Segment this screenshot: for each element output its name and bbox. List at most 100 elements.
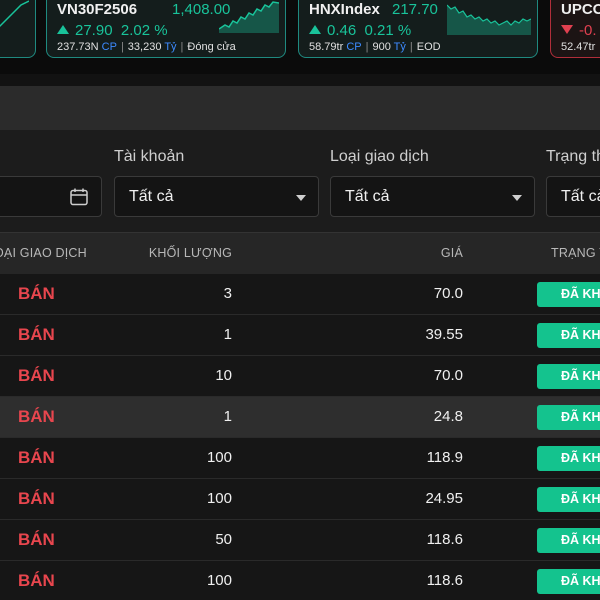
- ticker-value: 900: [372, 41, 391, 53]
- column-header-quantity[interactable]: KHỐI LƯỢNG: [149, 246, 232, 260]
- price-cell: 70.0: [433, 367, 463, 384]
- status-filter-label: Trạng th: [546, 148, 600, 165]
- side-cell: BÁN: [18, 571, 55, 590]
- ticker-card-upcom[interactable]: UPCO -0. 52.47tr: [550, 0, 600, 58]
- order-table-body: BÁN 3 70.0 ĐÃ KHO BÁN 1 39.55 ĐÃ KHO BÁN…: [0, 274, 600, 600]
- triangle-down-icon: [561, 25, 573, 34]
- account-select-value: Tất cả: [129, 188, 174, 205]
- panel-header-bar: [0, 86, 600, 130]
- status-badge: ĐÃ KHO: [537, 569, 600, 594]
- volume-unit: CP: [346, 41, 362, 53]
- side-cell: BÁN: [18, 448, 55, 467]
- price-cell: 24.95: [425, 490, 463, 507]
- triangle-up-icon: [309, 25, 321, 34]
- side-cell: BÁN: [18, 366, 55, 385]
- triangle-up-icon: [57, 25, 69, 34]
- table-header: OẠI GIAO DỊCH KHỐI LƯỢNG GIÁ TRẠNG T: [0, 232, 600, 274]
- status-badge: ĐÃ KHO: [537, 364, 600, 389]
- status-badge: ĐÃ KHO: [537, 487, 600, 512]
- date-range-field[interactable]: [0, 176, 102, 217]
- price-cell: 118.9: [426, 449, 463, 466]
- market-ticker-strip: VN30F2506 1,408.00 27.90 2.02 % 237.73N …: [0, 0, 600, 74]
- ticker-change: 0.46 0.21 %: [309, 22, 411, 39]
- account-select[interactable]: Tất cả: [114, 176, 319, 217]
- table-row[interactable]: BÁN 100 24.95 ĐÃ KHO: [0, 479, 600, 520]
- ticker-change-value: 0.46: [327, 22, 357, 39]
- price-cell: 70.0: [433, 285, 463, 302]
- calendar-icon[interactable]: [69, 187, 89, 207]
- ticker-name: HNXIndex: [309, 1, 380, 18]
- sparkline-chart: [0, 0, 29, 28]
- quantity-cell: 1: [223, 326, 232, 343]
- table-row[interactable]: BÁN 3 70.0 ĐÃ KHO: [0, 274, 600, 315]
- table-row[interactable]: BÁN 1 24.8 ĐÃ KHO: [0, 397, 600, 438]
- transaction-type-select-value: Tất cả: [345, 188, 390, 205]
- divider: [0, 74, 600, 86]
- ticker-change-value: -0.: [579, 22, 597, 39]
- transaction-type-filter-label: Loại giao dịch: [330, 148, 429, 165]
- side-cell: BÁN: [18, 530, 55, 549]
- ticker-card-partial[interactable]: [0, 0, 36, 58]
- ticker-stats: 58.79tr CP | 900 Tỷ | EOD: [309, 41, 441, 53]
- ticker-session-status: EOD: [416, 41, 441, 53]
- price-cell: 118.6: [426, 531, 463, 548]
- sparkline-chart: [447, 4, 531, 35]
- ticker-change: -0.: [561, 22, 597, 39]
- ticker-stats: 52.47tr: [561, 41, 595, 53]
- column-header-type[interactable]: OẠI GIAO DỊCH: [0, 246, 87, 260]
- status-badge: ĐÃ KHO: [537, 446, 600, 471]
- side-cell: BÁN: [18, 407, 55, 426]
- quantity-cell: 100: [206, 449, 232, 466]
- ticker-card-vn30f2506[interactable]: VN30F2506 1,408.00 27.90 2.02 % 237.73N …: [46, 0, 286, 58]
- ticker-change: 27.90 2.02 %: [57, 22, 168, 39]
- account-filter-label: Tài khoản: [114, 148, 185, 165]
- chevron-down-icon: [512, 195, 522, 201]
- sparkline-chart: [219, 1, 279, 33]
- side-cell: BÁN: [18, 284, 55, 303]
- ticker-value: 33,230: [127, 41, 162, 53]
- status-select[interactable]: Tất cả: [546, 176, 600, 217]
- price-cell: 39.55: [425, 326, 463, 343]
- value-unit: Tỷ: [393, 41, 406, 53]
- quantity-cell: 100: [206, 572, 232, 589]
- column-header-status[interactable]: TRẠNG T: [551, 246, 600, 260]
- status-badge: ĐÃ KHO: [537, 405, 600, 430]
- transaction-type-select[interactable]: Tất cả: [330, 176, 535, 217]
- ticker-session-status: Đóng cửa: [187, 41, 236, 53]
- table-row[interactable]: BÁN 1 39.55 ĐÃ KHO: [0, 315, 600, 356]
- value-unit: Tỷ: [164, 41, 177, 53]
- ticker-price: 217.70: [392, 1, 438, 18]
- table-row[interactable]: BÁN 50 118.6 ĐÃ KHO: [0, 520, 600, 561]
- ticker-change-pct: 2.02 %: [120, 22, 168, 39]
- price-cell: 24.8: [433, 408, 463, 425]
- quantity-cell: 50: [215, 531, 232, 548]
- quantity-cell: 100: [206, 490, 232, 507]
- chevron-down-icon: [296, 195, 306, 201]
- volume-unit: CP: [101, 41, 117, 53]
- ticker-change-pct: 0.21 %: [364, 22, 412, 39]
- ticker-name: VN30F2506: [57, 1, 138, 18]
- filter-bar: Tài khoản Tất cả Loại giao dịch Tất cả T…: [0, 130, 600, 232]
- table-row[interactable]: BÁN 100 118.6 ĐÃ KHO: [0, 561, 600, 600]
- status-select-value: Tất cả: [561, 188, 600, 205]
- quantity-cell: 3: [223, 285, 232, 302]
- status-badge: ĐÃ KHO: [537, 282, 600, 307]
- ticker-stats: 237.73N CP | 33,230 Tỷ | Đóng cửa: [57, 41, 236, 53]
- side-cell: BÁN: [18, 489, 55, 508]
- quantity-cell: 10: [215, 367, 232, 384]
- status-badge: ĐÃ KHO: [537, 528, 600, 553]
- quantity-cell: 1: [223, 408, 232, 425]
- ticker-volume: 58.79tr: [309, 41, 344, 53]
- table-row[interactable]: BÁN 10 70.0 ĐÃ KHO: [0, 356, 600, 397]
- ticker-name: UPCO: [561, 1, 600, 18]
- status-badge: ĐÃ KHO: [537, 323, 600, 348]
- ticker-card-hnxindex[interactable]: HNXIndex 217.70 0.46 0.21 % 58.79tr CP | 9…: [298, 0, 538, 58]
- column-header-price[interactable]: GIÁ: [441, 246, 463, 260]
- table-row[interactable]: BÁN 100 118.9 ĐÃ KHO: [0, 438, 600, 479]
- ticker-volume: 237.73N: [57, 41, 99, 53]
- order-history-screen: VN30F2506 1,408.00 27.90 2.02 % 237.73N …: [0, 0, 600, 600]
- ticker-change-value: 27.90: [75, 22, 113, 39]
- side-cell: BÁN: [18, 325, 55, 344]
- price-cell: 118.6: [426, 572, 463, 589]
- ticker-volume: 52.47tr: [561, 41, 596, 53]
